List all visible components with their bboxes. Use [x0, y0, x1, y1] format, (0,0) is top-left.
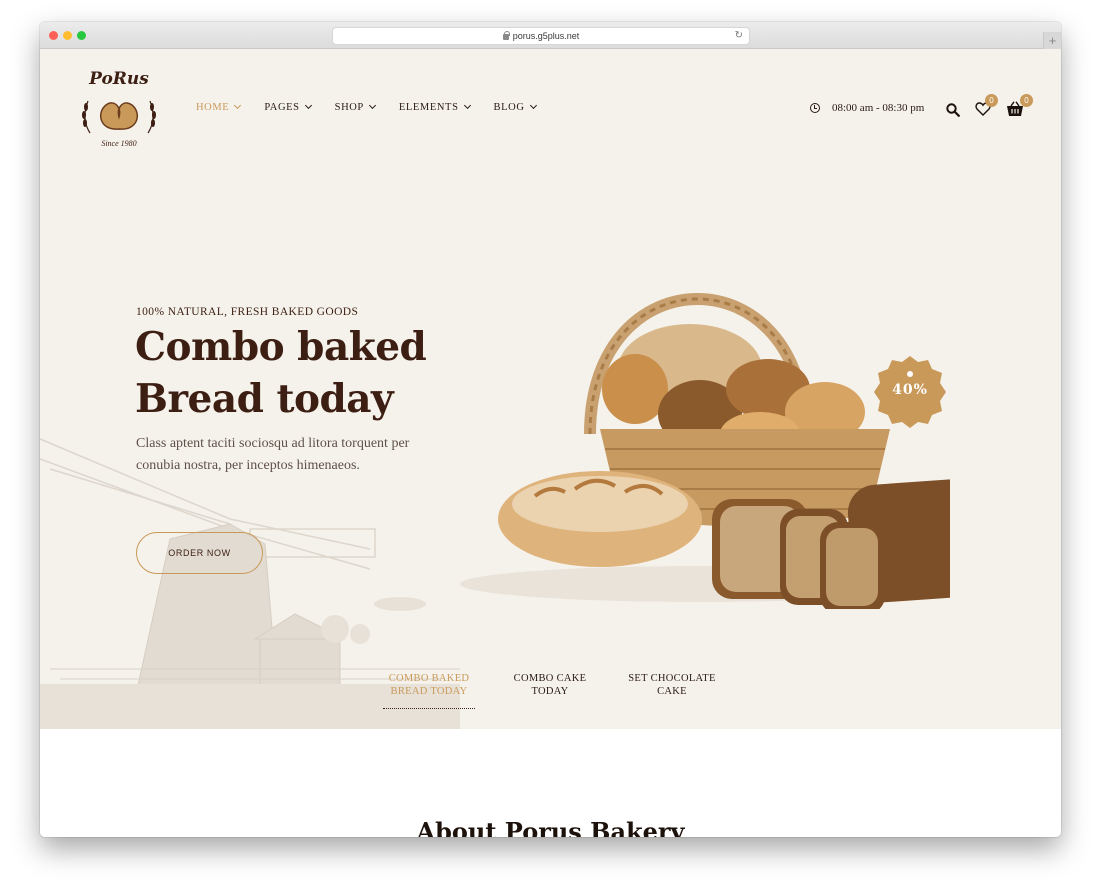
- browser-titlebar: porus.g5plus.net ↻ +: [40, 22, 1061, 49]
- slide-tab-set-chocolate-cake[interactable]: SET CHOCOLATE CAKE: [626, 672, 718, 698]
- zoom-window-button[interactable]: [77, 31, 86, 40]
- new-tab-button[interactable]: +: [1043, 32, 1061, 49]
- chevron-down-icon: [368, 101, 376, 110]
- main-nav: HOME PAGES SHOP ELEMENTS BLOG: [196, 101, 560, 113]
- cart-count-badge: 0: [1020, 94, 1033, 107]
- logo-since: Since 1980: [101, 139, 137, 148]
- nav-elements[interactable]: ELEMENTS: [398, 101, 471, 113]
- nav-shop-label: SHOP: [334, 102, 364, 113]
- nav-pages[interactable]: PAGES: [264, 101, 312, 113]
- reload-icon[interactable]: ↻: [735, 30, 743, 41]
- chevron-down-icon: [463, 101, 471, 110]
- wishlist-count-badge: 0: [985, 94, 998, 107]
- page-content: PoRus Since 1980 HOME PAGES SHOP ELEMENT…: [40, 49, 1061, 837]
- slide-tab-combo-baked-bread[interactable]: COMBO BAKED BREAD TODAY: [383, 672, 475, 709]
- browser-window: porus.g5plus.net ↻ + PoRus Since 1980 HO…: [40, 22, 1061, 837]
- address-bar[interactable]: porus.g5plus.net ↻: [332, 27, 750, 45]
- opening-hours-text: 08:00 am - 08:30 pm: [832, 102, 925, 114]
- discount-label: 40%: [892, 382, 928, 398]
- close-window-button[interactable]: [49, 31, 58, 40]
- hero-headline-line-2: Bread today: [135, 376, 394, 422]
- clock-icon: [810, 103, 820, 113]
- slide-tab-label: COMBO CAKE: [513, 673, 587, 684]
- order-now-button[interactable]: ORDER NOW: [136, 532, 263, 574]
- chevron-down-icon: [234, 101, 242, 110]
- nav-elements-label: ELEMENTS: [398, 102, 459, 113]
- chevron-down-icon: [304, 101, 312, 110]
- hero-headline-line-1: Combo baked: [135, 324, 427, 370]
- search-icon[interactable]: [946, 103, 960, 117]
- hero-description: Class aptent taciti sociosqu ad litora t…: [136, 436, 410, 473]
- slide-tab-label: BREAD TODAY: [390, 686, 468, 697]
- nav-pages-label: PAGES: [264, 102, 300, 113]
- site-logo[interactable]: PoRus Since 1980: [76, 69, 162, 151]
- nav-blog[interactable]: BLOG: [493, 101, 537, 113]
- slide-tab-label: TODAY: [531, 686, 569, 697]
- nav-shop[interactable]: SHOP: [334, 101, 376, 113]
- bread-basket-image: [460, 293, 950, 609]
- hero-headline: Combo baked Bread today: [135, 321, 465, 425]
- hero-section: PoRus Since 1980 HOME PAGES SHOP ELEMENT…: [40, 49, 1061, 729]
- chevron-down-icon: [529, 101, 537, 110]
- slide-tabs: COMBO BAKED BREAD TODAY COMBO CAKE TODAY…: [383, 672, 723, 712]
- about-title: About Porus Bakery: [416, 817, 685, 837]
- hero-eyebrow: 100% NATURAL, FRESH BAKED GOODS: [136, 306, 359, 318]
- minimize-window-button[interactable]: [63, 31, 72, 40]
- slide-tab-label: COMBO BAKED: [388, 673, 470, 684]
- url-text: porus.g5plus.net: [512, 31, 580, 41]
- slide-tab-label: CAKE: [657, 686, 687, 697]
- about-section: About Porus Bakery: [40, 729, 1061, 837]
- nav-home-label: HOME: [196, 102, 230, 113]
- slide-tab-label: SET CHOCOLATE: [628, 673, 716, 684]
- slide-tab-combo-cake[interactable]: COMBO CAKE TODAY: [504, 672, 596, 698]
- nav-blog-label: BLOG: [493, 102, 525, 113]
- nav-home[interactable]: HOME: [196, 101, 242, 113]
- lock-icon: [502, 31, 510, 40]
- opening-hours: 08:00 am - 08:30 pm: [810, 102, 924, 114]
